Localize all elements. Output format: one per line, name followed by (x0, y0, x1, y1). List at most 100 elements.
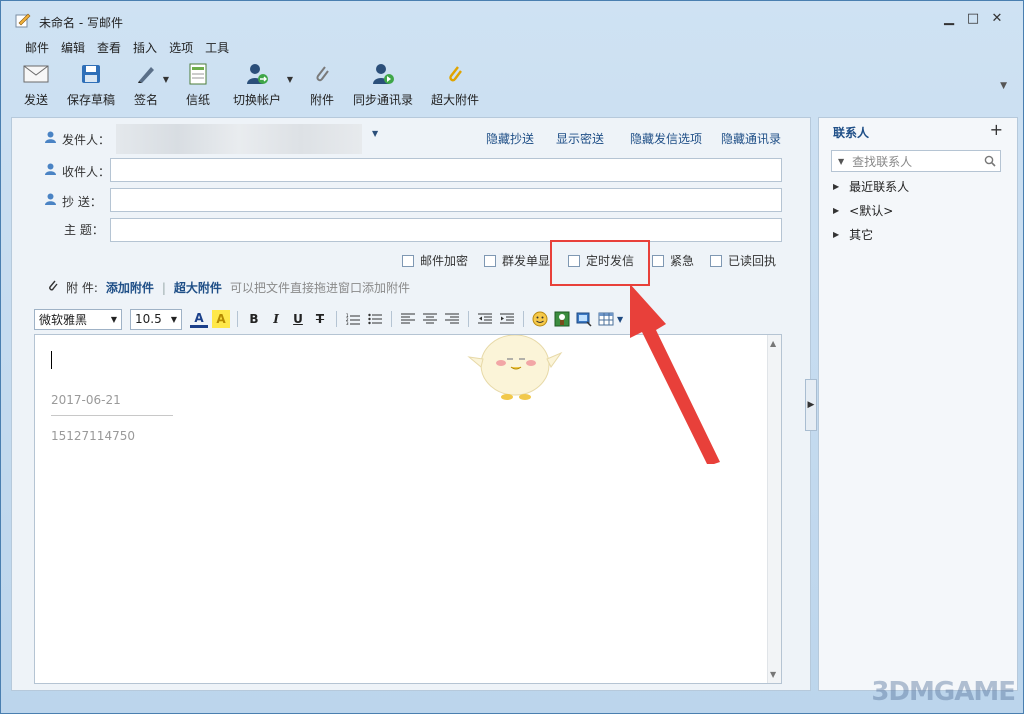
window-title: 未命名 - 写邮件 (39, 16, 123, 30)
menu-tools[interactable]: 工具 (205, 39, 229, 55)
screenshot-icon[interactable] (575, 310, 593, 328)
separate-send-checkbox[interactable] (484, 254, 496, 267)
add-attachment-link[interactable]: 添加附件 (106, 279, 154, 296)
to-input[interactable] (110, 158, 782, 182)
contact-search-placeholder: 查找联系人 (852, 154, 913, 169)
minimize-button[interactable]: ▁ (941, 11, 957, 27)
highlight-color-icon[interactable]: A (212, 310, 230, 328)
contact-search-input[interactable]: ▼ 查找联系人 (831, 150, 1001, 172)
contact-group-other[interactable]: ▶ 其它 (833, 226, 873, 243)
show-bcc-link[interactable]: 显示密送 (556, 130, 604, 147)
italic-icon[interactable]: I (267, 310, 285, 328)
font-color-icon[interactable]: A (190, 310, 208, 328)
indent-decrease-icon[interactable] (476, 310, 494, 328)
pen-icon (133, 61, 159, 87)
expand-triangle-icon: ▶ (833, 182, 840, 191)
hide-contacts-link[interactable]: 隐藏通讯录 (721, 130, 781, 147)
strikethrough-icon[interactable]: T (311, 310, 329, 328)
sync-contacts-button[interactable]: 同步通讯录 (353, 61, 413, 111)
sender-account-blurred (116, 124, 362, 154)
main-toolbar: 发送 保存草稿 签名 ▼ 信纸 切换帐户 ▼ 附件 同步通讯录 超大附件 (23, 61, 497, 111)
switch-account-button[interactable]: 切换帐户 ▼ (233, 61, 293, 111)
attachment-hint: 可以把文件直接拖进窗口添加附件 (229, 281, 410, 295)
read-receipt-option[interactable]: 已读回执 (710, 252, 776, 269)
attachment-label: 附件 (310, 93, 335, 107)
large-attachment-button[interactable]: 超大附件 (431, 61, 479, 111)
add-contact-button[interactable]: + (990, 120, 1003, 139)
chevron-right-icon: ▶ (807, 400, 815, 410)
send-button[interactable]: 发送 (23, 61, 49, 111)
urgent-option[interactable]: 紧急 (652, 252, 694, 269)
editor-scrollbar[interactable]: ▲ ▼ (767, 335, 781, 683)
encrypt-option[interactable]: 邮件加密 (402, 252, 468, 269)
sync-contacts-icon (370, 61, 396, 87)
read-receipt-checkbox[interactable] (710, 254, 722, 267)
urgent-checkbox[interactable] (652, 254, 664, 267)
signature-label: 签名 (134, 93, 159, 107)
watermark-logo: 3DMGAME (871, 677, 1016, 707)
attachment-button[interactable]: 附件 (309, 61, 335, 111)
stationery-button[interactable]: 信纸 (185, 61, 211, 111)
menu-edit[interactable]: 编辑 (61, 39, 85, 55)
menu-insert[interactable]: 插入 (133, 39, 157, 55)
cc-label: 抄 送： (62, 195, 102, 209)
subject-input[interactable] (110, 218, 782, 242)
underline-icon[interactable]: U (289, 310, 307, 328)
menu-mail[interactable]: 邮件 (25, 39, 49, 55)
font-size-select[interactable]: 10.5 ▼ (130, 308, 182, 330)
annotation-arrow (630, 284, 720, 464)
toolbar-overflow-icon[interactable]: ▼ (1000, 81, 1007, 91)
signature-divider (51, 415, 173, 416)
stationery-label: 信纸 (186, 93, 211, 107)
save-draft-button[interactable]: 保存草稿 (67, 61, 115, 111)
compose-panel: 发件人： ▼ 隐藏抄送 显示密送 隐藏发信选项 隐藏通讯录 收件人： 抄 送： … (11, 117, 811, 691)
insert-image-icon[interactable] (553, 310, 571, 328)
format-separator (391, 311, 392, 327)
attachment-label: 附 件: (66, 281, 98, 295)
scroll-down-icon[interactable]: ▼ (770, 670, 776, 679)
hide-cc-link[interactable]: 隐藏抄送 (486, 130, 534, 147)
indent-increase-icon[interactable] (498, 310, 516, 328)
floppy-disk-icon (78, 61, 104, 87)
signature-dropdown-icon[interactable]: ▼ (163, 75, 169, 84)
compose-app-icon (15, 13, 31, 28)
menu-view[interactable]: 查看 (97, 39, 121, 55)
mascot-illustration (467, 335, 563, 400)
bullet-list-icon[interactable] (366, 310, 384, 328)
signature-phone: 15127114750 (51, 429, 135, 443)
search-scope-dropdown-icon[interactable]: ▼ (838, 157, 844, 166)
maximize-button[interactable]: □ (965, 11, 981, 27)
contacts-sidebar: 联系人 + ▼ 查找联系人 ▶ 最近联系人 ▶ <默认> ▶ 其它 (818, 117, 1018, 691)
hide-send-options-link[interactable]: 隐藏发信选项 (630, 130, 702, 147)
format-toolbar: 微软雅黑 ▼ 10.5 ▼ A A B I U T 123 ▼ (34, 308, 623, 330)
align-left-icon[interactable] (399, 310, 417, 328)
contact-group-default[interactable]: ▶ <默认> (833, 202, 893, 219)
large-attachment-link[interactable]: 超大附件 (174, 279, 222, 296)
chevron-down-icon: ▼ (110, 314, 117, 324)
compose-window: 未命名 - 写邮件 ▁ □ ✕ 邮件 编辑 查看 插入 选项 工具 发送 保存草… (0, 0, 1024, 714)
sender-dropdown-icon[interactable]: ▼ (372, 129, 378, 138)
scroll-up-icon[interactable]: ▲ (770, 339, 776, 348)
format-separator (523, 311, 524, 327)
align-center-icon[interactable] (421, 310, 439, 328)
sync-contacts-label: 同步通讯录 (353, 93, 414, 107)
encrypt-checkbox[interactable] (402, 254, 414, 267)
search-icon[interactable] (984, 155, 996, 167)
insert-table-icon[interactable] (597, 310, 615, 328)
gold-paperclip-icon (442, 61, 468, 87)
numbered-list-icon[interactable]: 123 (344, 310, 362, 328)
emoji-icon[interactable] (531, 310, 549, 328)
cc-input[interactable] (110, 188, 782, 212)
contact-group-recent[interactable]: ▶ 最近联系人 (833, 178, 909, 195)
signature-button[interactable]: 签名 ▼ (133, 61, 169, 111)
font-family-select[interactable]: 微软雅黑 ▼ (34, 308, 122, 330)
format-separator (468, 311, 469, 327)
separate-send-option[interactable]: 群发单显 (484, 252, 550, 269)
close-button[interactable]: ✕ (989, 11, 1005, 27)
text-caret (51, 351, 52, 369)
align-right-icon[interactable] (443, 310, 461, 328)
collapse-sidebar-button[interactable]: ▶ (805, 379, 817, 431)
bold-icon[interactable]: B (245, 310, 263, 328)
switch-account-dropdown-icon[interactable]: ▼ (287, 75, 293, 84)
menu-options[interactable]: 选项 (169, 39, 193, 55)
